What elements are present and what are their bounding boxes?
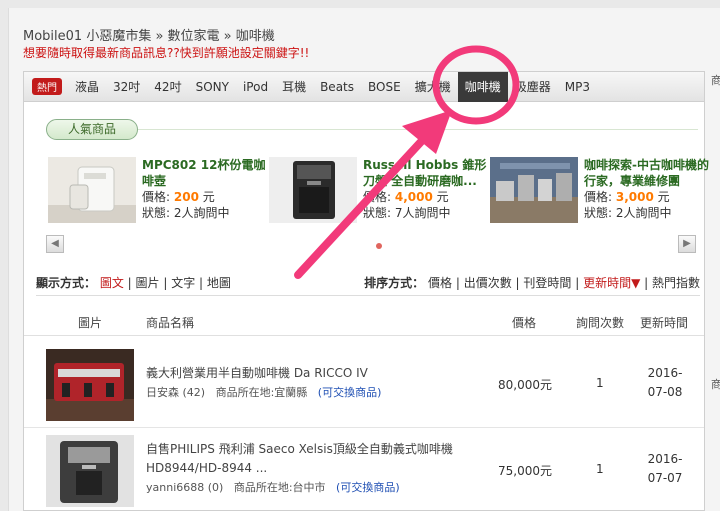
carousel-page-dot[interactable] [376,243,382,249]
product-thumbnail[interactable] [269,157,357,223]
price-value: 3,000 [615,190,654,204]
sort-group: 排序方式： 價格 | 出價次數 | 刊登時間 | 更新時間▼ | 熱門指數 [364,276,700,290]
row-update-date: 2016-07-07 [647,452,683,485]
product-title[interactable]: Russell Hobbs 錐形刀盤 全自動研磨咖... [363,157,489,189]
tab-headphones[interactable]: 耳機 [275,72,313,102]
popular-product-2[interactable]: Russell Hobbs 錐形刀盤 全自動研磨咖... 價格: 4,000 元… [269,157,489,223]
status-label: 狀態: [142,206,171,220]
category-panel: 熱門 液晶 32吋 42吋 SONY iPod 耳機 Beats BOSE 擴大… [23,71,709,511]
chevron-right-icon: ▶ [683,238,691,249]
price-value: 4,000 [394,190,433,204]
tab-lcd[interactable]: 液晶 [68,72,106,102]
header-inquiries: 詢問次數 [576,316,625,330]
view-mode-group: 顯示方式： 圖文 | 圖片 | 文字 | 地圖 [36,276,231,290]
header-name: 商品名稱 [146,316,195,330]
hot-badge: 熱門 [32,78,62,95]
tab-mp3[interactable]: MP3 [558,72,597,102]
view-mode-map[interactable]: 地圖 [207,276,231,290]
header-image: 圖片 [78,316,103,330]
sort-label: 排序方式： [364,276,425,290]
popular-divider [138,129,698,130]
row-update-date: 2016-07-08 [647,366,683,399]
price-label: 價格: [142,190,171,204]
viewbar-divider [36,295,700,296]
status-label: 狀態: [584,206,613,220]
tab-32-inch[interactable]: 32吋 [106,72,147,102]
page: Mobile01 小惡魔市集 » 數位家電 » 咖啡機 想要隨時取得最新商品訊息… [8,8,720,511]
row-location: 商品所在地:台中市 [233,481,326,494]
row-location: 商品所在地:宜蘭縣 [215,386,308,399]
price-value: 200 [173,190,199,204]
row-price: 80,000元 [498,378,552,392]
product-title[interactable]: 咖啡探索-中古咖啡機的行家，專業維修團 [584,157,710,189]
sort-post-time[interactable]: 刊登時間 [523,276,571,290]
product-thumbnail[interactable] [48,157,136,223]
breadcrumb[interactable]: Mobile01 小惡魔市集 » 數位家電 » 咖啡機 [23,25,275,44]
row-seller-link[interactable]: 日安森 (42) [146,386,205,399]
tab-ipod[interactable]: iPod [236,72,275,102]
table-header: 圖片 商品名稱 價格 詢問次數 更新時間 [24,308,704,336]
status-label: 狀態: [363,206,392,220]
tab-vacuum[interactable]: 吸塵器 [508,72,558,102]
status-value: 7人詢問中 [394,206,451,220]
sort-price[interactable]: 價格 [428,276,452,290]
row-title-link[interactable]: 義大利營業用半自動咖啡機 Da RICCO IV [146,364,456,383]
header-price: 價格 [512,316,537,330]
row-thumbnail[interactable] [46,349,134,421]
tab-42-inch[interactable]: 42吋 [147,72,188,102]
view-mode-image[interactable]: 圖片 [136,276,160,290]
status-value: 2人詢問中 [615,206,672,220]
carousel-prev-button[interactable]: ◀ [46,235,64,253]
product-title[interactable]: MPC802 12杯份電咖啡壺 [142,157,268,189]
chevron-left-icon: ◀ [51,238,59,249]
price-unit: 元 [436,190,449,204]
row-inquiry-count: 1 [596,376,604,390]
row-price: 75,000元 [498,464,552,478]
tab-amplifier[interactable]: 擴大機 [408,72,458,102]
product-thumbnail[interactable] [490,157,578,223]
category-tabbar: 熱門 液晶 32吋 42吋 SONY iPod 耳機 Beats BOSE 擴大… [24,71,704,102]
row-inquiry-count: 1 [596,462,604,476]
price-label: 價格: [363,190,392,204]
carousel-next-button[interactable]: ▶ [678,235,696,253]
wish-pool-promo-link[interactable]: 想要隨時取得最新商品訊息??快到許願池設定關鍵字!! [23,44,309,61]
view-mode-image-text[interactable]: 圖文 [100,276,124,290]
popular-product-1[interactable]: MPC802 12杯份電咖啡壺 價格: 200 元 狀態: 2人詢問中 [48,157,268,223]
header-updated: 更新時間 [640,316,689,330]
side-column-text-mid: 商 [711,378,720,391]
tab-bose[interactable]: BOSE [361,72,408,102]
view-mode-label: 顯示方式： [36,276,97,290]
tab-coffee-machine[interactable]: 咖啡機 [457,71,508,102]
price-label: 價格: [584,190,613,204]
price-unit: 元 [657,190,670,204]
tab-beats[interactable]: Beats [313,72,361,102]
tab-sony[interactable]: SONY [189,72,236,102]
row-seller-link[interactable]: yanni6688 (0) [146,481,223,494]
table-row[interactable]: 義大利營業用半自動咖啡機 Da RICCO IV 日安森 (42) 商品所在地:… [24,342,704,428]
price-unit: 元 [202,190,215,204]
status-value: 2人詢問中 [173,206,230,220]
popular-product-3[interactable]: 咖啡探索-中古咖啡機的行家，專業維修團 價格: 3,000 元 狀態: 2人詢問… [490,157,710,223]
sort-bid-count[interactable]: 出價次數 [464,276,512,290]
row-tradable-badge[interactable]: (可交換商品) [336,481,400,494]
row-thumbnail[interactable] [46,435,134,507]
popular-products-label: 人氣商品 [46,119,138,140]
sort-update-time[interactable]: 更新時間▼ [583,276,640,290]
sort-popularity[interactable]: 熱門指數 [652,276,700,290]
view-sort-bar: 顯示方式： 圖文 | 圖片 | 文字 | 地圖 排序方式： 價格 | 出價次數 … [36,272,700,292]
row-tradable-badge[interactable]: (可交換商品) [318,386,382,399]
view-mode-text[interactable]: 文字 [171,276,195,290]
row-title-link[interactable]: 自售PHILIPS 飛利浦 Saeco Xelsis頂級全自動義式咖啡機 HD8… [146,440,456,478]
side-column-text-top: 商 [711,74,720,87]
table-row[interactable]: 自售PHILIPS 飛利浦 Saeco Xelsis頂級全自動義式咖啡機 HD8… [24,428,704,511]
